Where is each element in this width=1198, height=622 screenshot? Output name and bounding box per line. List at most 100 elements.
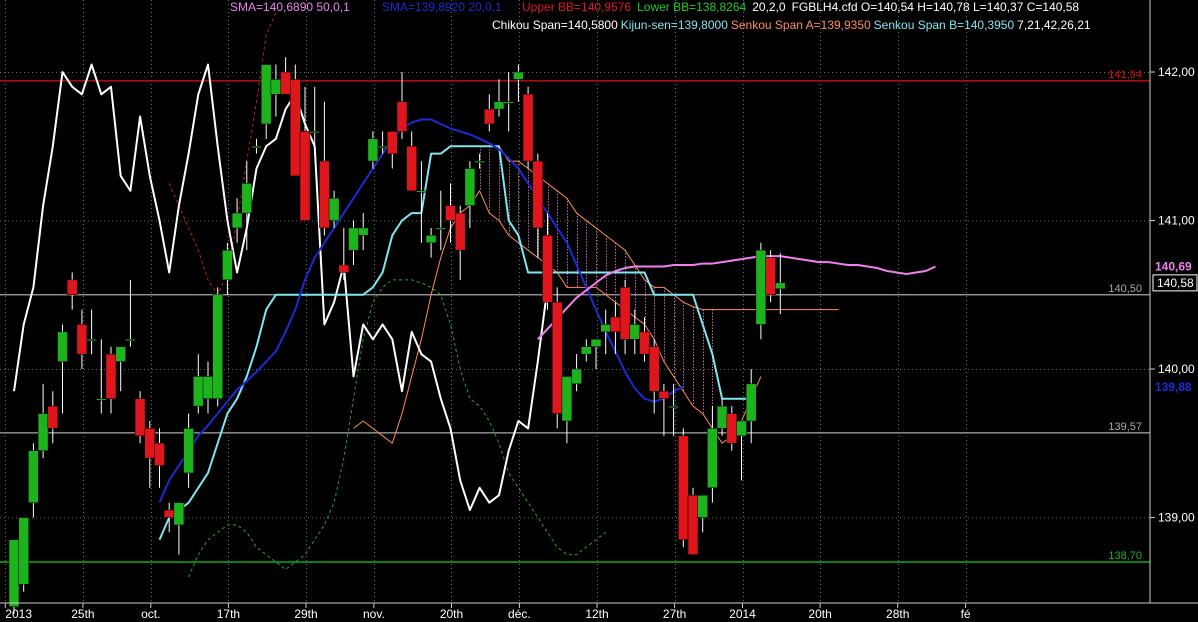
x-grid-dot — [597, 520, 598, 521]
x-grid-dot — [5, 296, 6, 297]
price-chart[interactable]: 141,94140,50139,57138,70 142,00141,00140… — [0, 0, 1198, 622]
y-grid-dot — [652, 517, 653, 519]
x-grid-dot — [898, 424, 899, 425]
y-grid-dot — [596, 72, 597, 73]
y-grid-dot — [972, 517, 973, 519]
cloud-hatch — [615, 266, 616, 269]
cloud-hatch — [480, 167, 481, 169]
x-grid-dot — [83, 476, 84, 477]
y-grid-dot — [924, 517, 925, 519]
y-grid-dot — [376, 72, 377, 73]
y-grid-dot — [1068, 220, 1069, 222]
y-grid-dot — [784, 517, 785, 519]
y-grid-dot — [52, 72, 53, 73]
x-grid-dot — [374, 204, 375, 205]
x-grid-dot — [597, 232, 598, 233]
y-grid-dot — [40, 72, 41, 73]
x-grid-dot — [451, 168, 452, 169]
x-grid-dot — [898, 592, 899, 593]
y-grid-dot — [388, 72, 389, 73]
candle-body — [115, 346, 126, 362]
y-grid-dot — [180, 72, 181, 73]
x-grid-dot — [898, 512, 899, 513]
cloud-hatch — [654, 299, 655, 301]
x-grid-dot — [228, 596, 229, 597]
x-grid-dot — [966, 44, 967, 45]
x-grid-dot — [451, 104, 452, 105]
x-grid-dot — [374, 44, 375, 45]
y-grid-dot — [64, 220, 65, 222]
x-grid-dot — [898, 412, 899, 413]
y-grid-dot — [132, 72, 133, 73]
cloud-hatch — [664, 347, 665, 349]
x-grid-dot — [306, 44, 307, 45]
x-grid-dot — [597, 56, 598, 57]
cloud-hatch — [654, 314, 655, 316]
y-grid-dot — [664, 517, 665, 519]
y-grid-dot — [64, 517, 65, 519]
x-grid-dot — [151, 308, 152, 309]
x-grid-dot — [519, 380, 520, 381]
x-grid-dot — [228, 16, 229, 17]
y-grid-dot — [476, 517, 477, 519]
x-grid-dot — [228, 520, 229, 521]
y-grid-dot — [884, 72, 885, 73]
y-grid-dot — [960, 220, 961, 222]
x-grid-dot — [966, 244, 967, 245]
x-grid-dot — [228, 180, 229, 181]
x-grid-dot — [83, 488, 84, 489]
cloud-hatch — [586, 262, 587, 264]
y-grid-dot — [1116, 220, 1117, 222]
x-grid-dot — [519, 576, 520, 577]
x-grid-dot — [519, 352, 520, 353]
x-grid-dot — [5, 116, 6, 117]
cloud-hatch — [480, 149, 481, 151]
y-grid-dot — [476, 220, 477, 222]
y-grid-dot — [288, 369, 289, 370]
x-grid-dot — [374, 84, 375, 85]
x-grid-dot — [820, 176, 821, 177]
x-grid-dot — [451, 320, 452, 321]
x-grid-dot — [83, 72, 84, 73]
y-grid-dot — [12, 517, 13, 519]
x-grid-dot — [5, 252, 6, 253]
y-grid-dot — [600, 369, 601, 370]
y-grid-dot — [884, 517, 885, 519]
y-grid-dot — [552, 72, 553, 73]
x-grid-dot — [451, 584, 452, 585]
y-grid-dot — [612, 220, 613, 222]
y-grid-dot — [888, 369, 889, 370]
x-grid-dot — [451, 236, 452, 237]
x-grid-dot — [898, 16, 899, 17]
cloud-hatch — [693, 357, 694, 360]
y-grid-dot — [416, 220, 417, 222]
cloud-hatch — [528, 228, 529, 230]
x-grid-dot — [374, 268, 375, 269]
x-grid-dot — [83, 356, 84, 357]
y-grid-dot — [796, 517, 797, 519]
x-grid-dot — [898, 180, 899, 181]
y-grid-dot — [944, 220, 945, 222]
x-grid-dot — [519, 572, 520, 573]
y-grid-dot — [964, 72, 965, 73]
cloud-hatch — [557, 241, 558, 244]
x-grid-dot — [151, 460, 152, 461]
x-grid-dot — [374, 328, 375, 329]
cloud-hatch — [489, 185, 490, 187]
x-grid-dot — [5, 136, 6, 137]
x-grid-dot — [820, 504, 821, 505]
x-grid-dot — [228, 348, 229, 349]
y-grid-dot — [1032, 517, 1033, 519]
x-grid-dot — [374, 404, 375, 405]
x-grid-dot — [519, 260, 520, 261]
y-grid-dot — [1072, 220, 1073, 222]
y-grid-dot — [668, 517, 669, 519]
x-grid-dot — [151, 348, 152, 349]
x-grid-dot — [597, 436, 598, 437]
x-grid-dot — [151, 420, 152, 421]
y-grid-dot — [1008, 72, 1009, 73]
x-grid-dot — [151, 296, 152, 297]
y-grid-dot — [736, 517, 737, 519]
y-grid-dot — [744, 369, 745, 370]
cloud-hatch — [606, 268, 607, 270]
